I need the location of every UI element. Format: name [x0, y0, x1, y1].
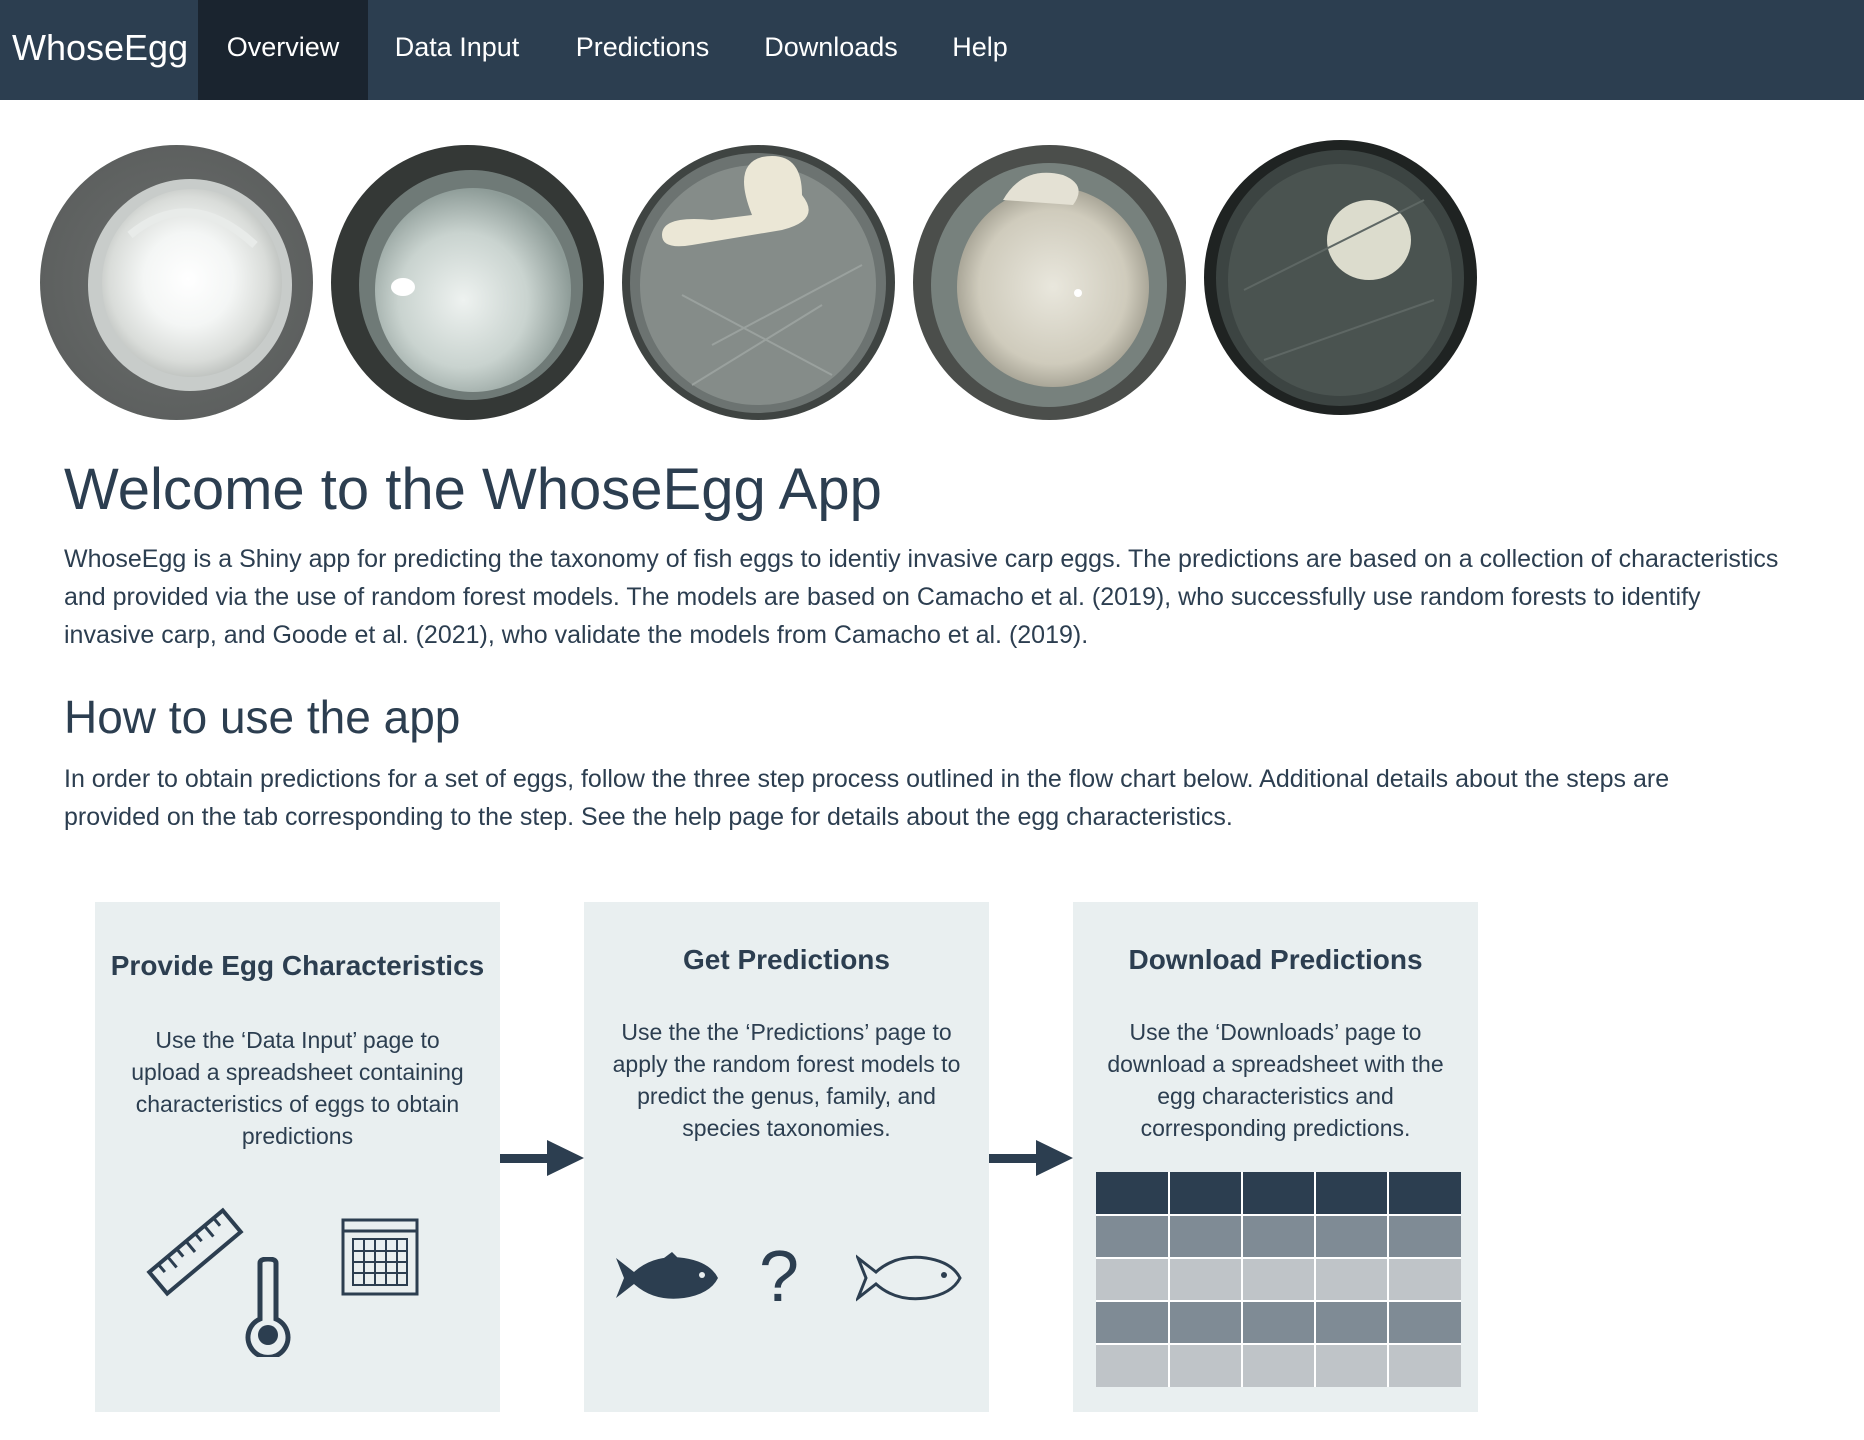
step-line: download a spreadsheet with the: [1107, 1051, 1444, 1077]
thermometer-icon: [245, 1257, 291, 1357]
step-line: characteristics of eggs to obtain: [135, 1091, 460, 1117]
flow-arrow-icon: [989, 1140, 1073, 1176]
brand-link[interactable]: WhoseEgg: [12, 0, 188, 100]
step-line: species taxonomies.: [682, 1115, 891, 1141]
flow-step-get-predictions: Get Predictions Use the the ‘Predictions…: [584, 902, 989, 1412]
fish-outline-icon: [856, 1254, 962, 1302]
navbar: WhoseEgg Overview Data Input Predictions…: [0, 0, 1864, 100]
howto-paragraph: In order to obtain predictions for a set…: [64, 760, 1854, 836]
step-title: Download Predictions: [1128, 944, 1423, 975]
howto-line: provided on the tab corresponding to the…: [64, 803, 1233, 831]
step-title: Provide Egg Characteristics: [110, 950, 485, 981]
fish-icon: [616, 1252, 718, 1299]
intro-paragraph: WhoseEgg is a Shiny app for predicting t…: [64, 540, 1854, 654]
step-line: Use the ‘Downloads’ page to: [1129, 1019, 1422, 1045]
step-line: apply the random forest models to: [612, 1051, 961, 1077]
step-line: corresponding predictions.: [1140, 1115, 1411, 1141]
egg-image: [331, 145, 604, 420]
flow-arrow-icon: [500, 1140, 584, 1176]
egg-image: [1204, 140, 1477, 415]
step-description: Use the ‘Data Input’ page to upload a sp…: [95, 1024, 500, 1152]
egg-image: [622, 145, 895, 420]
spreadsheet-table-icon: [1096, 1172, 1461, 1387]
question-mark-icon: ?: [759, 1237, 800, 1317]
ruler-icon: [146, 1207, 244, 1297]
tab-help[interactable]: Help: [923, 0, 1037, 100]
page-title: Welcome to the WhoseEgg App: [64, 457, 882, 522]
step-description: Use the the ‘Predictions’ page to apply …: [584, 1016, 989, 1144]
egg-image: [913, 145, 1186, 420]
tab-overview[interactable]: Overview: [198, 0, 368, 100]
howto-heading: How to use the app: [64, 691, 461, 743]
howto-line: In order to obtain predictions for a set…: [64, 765, 1670, 793]
step-line: predictions: [241, 1123, 354, 1149]
egg-image: [40, 145, 313, 420]
intro-line: and provided via the use of random fores…: [64, 583, 1701, 611]
flow-step-download-predictions: Download Predictions Use the ‘Downloads’…: [1073, 902, 1478, 1412]
step-title: Get Predictions: [683, 944, 890, 975]
intro-line: WhoseEgg is a Shiny app for predicting t…: [64, 545, 1779, 573]
tab-downloads[interactable]: Downloads: [739, 0, 923, 100]
step-line: Use the the ‘Predictions’ page to: [621, 1019, 952, 1045]
step-description: Use the ‘Downloads’ page to download a s…: [1073, 1016, 1478, 1144]
step-line: Use the ‘Data Input’ page to: [155, 1027, 440, 1053]
calendar-icon: [341, 1218, 419, 1296]
intro-line: invasive carp, and Goode et al. (2021), …: [64, 621, 1089, 649]
step-line: upload a spreadsheet containing: [131, 1059, 464, 1085]
flow-step-provide-characteristics: Provide Egg Characteristics Use the ‘Dat…: [95, 902, 500, 1412]
step-line: egg characteristics and: [1157, 1083, 1394, 1109]
step-line: predict the genus, family, and: [637, 1083, 936, 1109]
tab-predictions[interactable]: Predictions: [546, 0, 739, 100]
tab-data-input[interactable]: Data Input: [368, 0, 546, 100]
